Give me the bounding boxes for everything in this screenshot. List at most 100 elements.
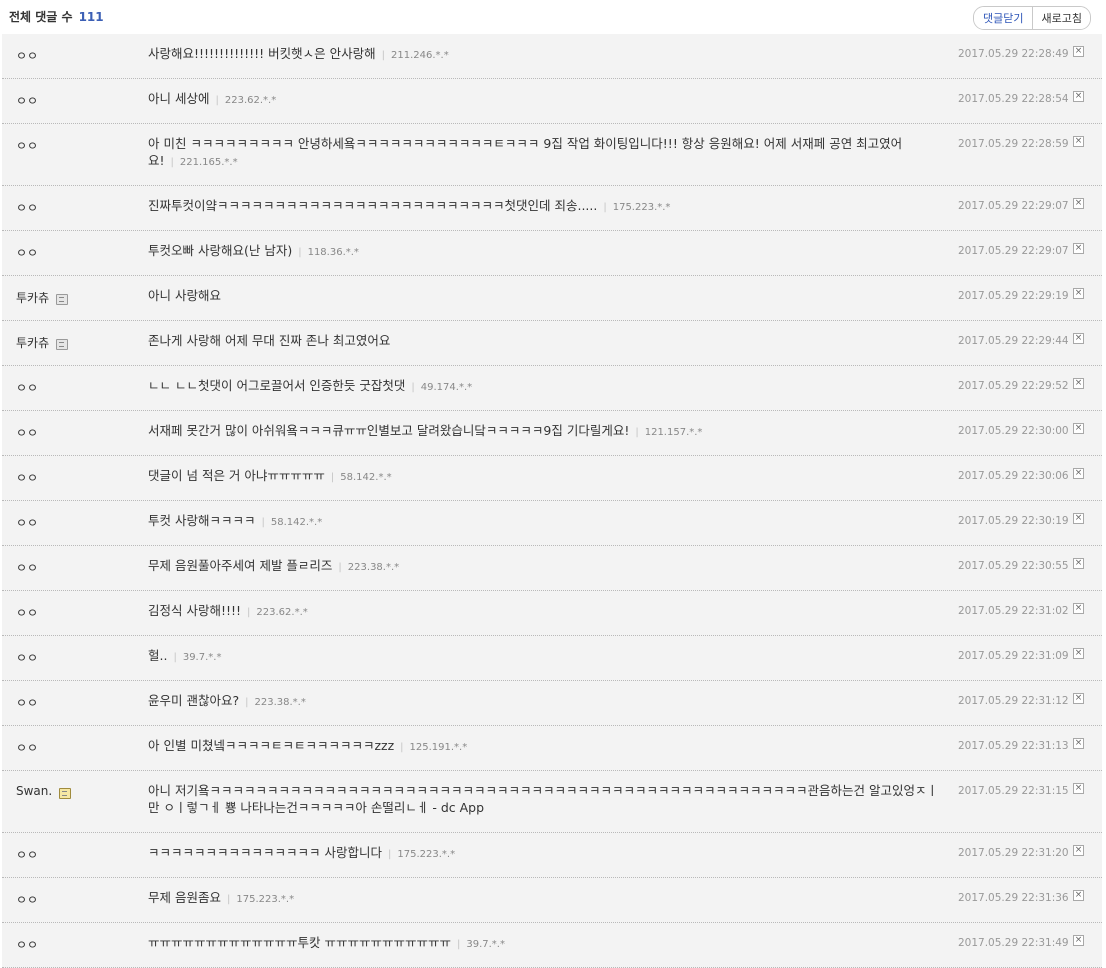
comment-nickname[interactable]: ㅇㅇ [16,199,38,216]
nickname-text: ㅇㅇ [16,938,39,952]
close-icon[interactable]: × [1073,603,1084,614]
close-icon[interactable]: × [1073,693,1084,704]
comment-nickname[interactable]: Swan. [16,784,72,799]
nickname-text: ㅇㅇ [16,696,39,710]
comment-nickname[interactable]: ㅇㅇ [16,92,38,109]
comment-row: ㅇㅇ 투컷오빠 사랑해요(난 남자) 118.36.*.* 2017.05.29 22… [2,231,1102,276]
comment-nickname[interactable]: ㅇㅇ [16,469,38,486]
comment-nickname[interactable]: ㅇㅇ [16,694,38,711]
comment-content: ㅠㅠㅠㅠㅠㅠㅠㅠㅠㅠㅠㅠㅠ투캇 ㅠㅠㅠㅠㅠㅠㅠㅠㅠㅠㅠ 39.7.*.* [148,934,938,953]
close-icon[interactable]: × [1073,935,1084,946]
comment-row: ㅇㅇ 서재페 못간거 많이 아쉬워욬ㅋㅋㅋ큐ㅠㅠ인별보고 달려왔습니닼ㅋㅋㅋㅋㅋ9… [2,411,1102,456]
comment-date: 2017.05.29 22:28:49 [958,48,1069,60]
comment-text: 윤우미 괜찮아요? [148,693,240,708]
member-icon [56,339,69,350]
refresh-button[interactable]: 새로고침 [1031,7,1090,29]
close-icon[interactable]: × [1073,288,1084,299]
comment-nickname[interactable]: 투카츄 [16,289,69,306]
comment-content: 헐.. 39.7.*.* [148,647,938,666]
comment-content: 댓글이 넘 적은 거 아냐ㅠㅠㅠㅠㅠ 58.142.*.* [148,467,938,486]
nickname-text: ㅇㅇ [16,606,39,620]
comment-actions: 댓글닫기 새로고침 [973,6,1091,30]
comment-ip: 175.223.*.* [388,849,455,860]
close-icon[interactable]: × [1073,136,1084,147]
comment-text: 서재페 못간거 많이 아쉬워욬ㅋㅋㅋ큐ㅠㅠ인별보고 달려왔습니닼ㅋㅋㅋㅋㅋ9집 … [148,423,630,438]
comment-content: 아 인별 미쳤넼ㅋㅋㅋㅋㅌㅋㅌㅋㅋㅋㅋㅋㅋzzz 125.191.*.* [148,737,938,756]
comment-nickname[interactable]: ㅇㅇ [16,649,38,666]
comment-row: 투카츄 존나게 사랑해 어제 무대 진짜 존나 최고였어요 2017.05.29 2… [2,321,1102,366]
member-icon [56,294,69,305]
nickname-text: ㅇㅇ [16,741,39,755]
close-icon[interactable]: × [1073,890,1084,901]
gold-member-icon [59,787,72,799]
comment-ip: 223.62.*.* [215,95,276,106]
close-icon[interactable]: × [1073,46,1084,57]
comment-content: 무제 음원풀아주세여 제발 플ㄹ리즈 223.38.*.* [148,557,938,576]
comment-content: 투컷 사랑해ㅋㅋㅋㅋ 58.142.*.* [148,512,938,531]
comment-nickname[interactable]: ㅇㅇ [16,424,38,441]
comment-date: 2017.05.29 22:31:49 [958,937,1069,949]
comment-date: 2017.05.29 22:30:06 [958,470,1069,482]
comment-nickname[interactable]: ㅇㅇ [16,559,38,576]
comment-count: 111 [78,10,104,24]
comment-date: 2017.05.29 22:31:12 [958,695,1069,707]
comment-date: 2017.05.29 22:30:19 [958,515,1069,527]
close-icon[interactable]: × [1073,333,1084,344]
comment-ip: 39.7.*.* [457,939,505,950]
comment-date: 2017.05.29 22:28:59 [958,138,1069,150]
comment-text: 댓글이 넘 적은 거 아냐ㅠㅠㅠㅠㅠ [148,468,325,483]
comment-ip: 175.223.*.* [603,202,670,213]
comment-nickname[interactable]: ㅇㅇ [16,936,38,953]
nickname-text: ㅇㅇ [16,893,39,907]
close-icon[interactable]: × [1073,468,1084,479]
nickname-text: ㅇㅇ [16,49,39,63]
comment-nickname[interactable]: ㅇㅇ [16,379,38,396]
comment-row: ㅇㅇ ㅋㅋㅋㅋㅋㅋㅋㅋㅋㅋㅋㅋㅋㅋㅋ 사랑합니다 175.223.*.* 2017.0… [2,833,1102,878]
comment-content: 투컷오빠 사랑해요(난 남자) 118.36.*.* [148,242,938,261]
comment-text: 무제 음원좀요 [148,890,221,905]
comment-nickname[interactable]: 투카츄 [16,334,69,351]
comment-nickname[interactable]: ㅇㅇ [16,137,38,154]
comment-ip: 223.62.*.* [247,607,308,618]
close-icon[interactable]: × [1073,783,1084,794]
close-icon[interactable]: × [1073,378,1084,389]
close-icon[interactable]: × [1073,845,1084,856]
comment-content: 아 미친 ㅋㅋㅋㅋㅋㅋㅋㅋㅋ 안녕하세욬ㅋㅋㅋㅋㅋㅋㅋㅋㅋㅋㅋㅋㅌㅋㅋㅋ 9집 … [148,135,938,171]
close-comments-button[interactable]: 댓글닫기 [974,7,1032,29]
close-icon[interactable]: × [1073,91,1084,102]
comment-nickname[interactable]: ㅇㅇ [16,47,38,64]
close-icon[interactable]: × [1073,513,1084,524]
comment-ip: 49.174.*.* [411,382,472,393]
comment-header: 전체 댓글 수 111 댓글닫기 새로고침 [0,0,1106,34]
comment-list: ㅇㅇ 사랑해요!!!!!!!!!!!!!! 버킷햇ㅅ은 안사랑해 211.246.*… [2,34,1102,968]
comment-text: 아니 사랑해요 [148,288,221,303]
comment-content: ㅋㅋㅋㅋㅋㅋㅋㅋㅋㅋㅋㅋㅋㅋㅋ 사랑합니다 175.223.*.* [148,844,938,863]
close-icon[interactable]: × [1073,738,1084,749]
comment-nickname[interactable]: ㅇㅇ [16,739,38,756]
comment-row: ㅇㅇ 투컷 사랑해ㅋㅋㅋㅋ 58.142.*.* 2017.05.29 22:30:1… [2,501,1102,546]
comment-nickname[interactable]: ㅇㅇ [16,514,38,531]
close-icon[interactable]: × [1073,558,1084,569]
close-icon[interactable]: × [1073,648,1084,659]
comment-date: 2017.05.29 22:31:02 [958,605,1069,617]
nickname-text: 투카츄 [16,291,50,305]
close-icon[interactable]: × [1073,198,1084,209]
comment-nickname[interactable]: ㅇㅇ [16,244,38,261]
close-icon[interactable]: × [1073,423,1084,434]
comment-text: 아니 세상에 [148,91,210,106]
comment-nickname[interactable]: ㅇㅇ [16,846,38,863]
comment-content: 김정식 사랑해!!!! 223.62.*.* [148,602,938,621]
comment-date: 2017.05.29 22:28:54 [958,93,1069,105]
comment-nickname[interactable]: ㅇㅇ [16,891,38,908]
comment-ip: 58.142.*.* [261,517,322,528]
comment-content: 윤우미 괜찮아요? 223.38.*.* [148,692,938,711]
comment-text: 아 인별 미쳤넼ㅋㅋㅋㅋㅌㅋㅌㅋㅋㅋㅋㅋㅋzzz [148,738,395,753]
comment-text: 진짜투컷이얔ㅋㅋㅋㅋㅋㅋㅋㅋㅋㅋㅋㅋㅋㅋㅋㅋㅋㅋㅋㅋㅋㅋㅋㅋㅋ첫댓인데 죄송..… [148,198,598,213]
comment-date: 2017.05.29 22:29:52 [958,380,1069,392]
nickname-text: ㅇㅇ [16,381,39,395]
comment-nickname[interactable]: ㅇㅇ [16,604,38,621]
comment-date: 2017.05.29 22:31:36 [958,892,1069,904]
comment-text: 아 미친 ㅋㅋㅋㅋㅋㅋㅋㅋㅋ 안녕하세욬ㅋㅋㅋㅋㅋㅋㅋㅋㅋㅋㅋㅋㅌㅋㅋㅋ 9집 … [148,136,903,168]
nickname-text: ㅇㅇ [16,426,39,440]
close-icon[interactable]: × [1073,243,1084,254]
